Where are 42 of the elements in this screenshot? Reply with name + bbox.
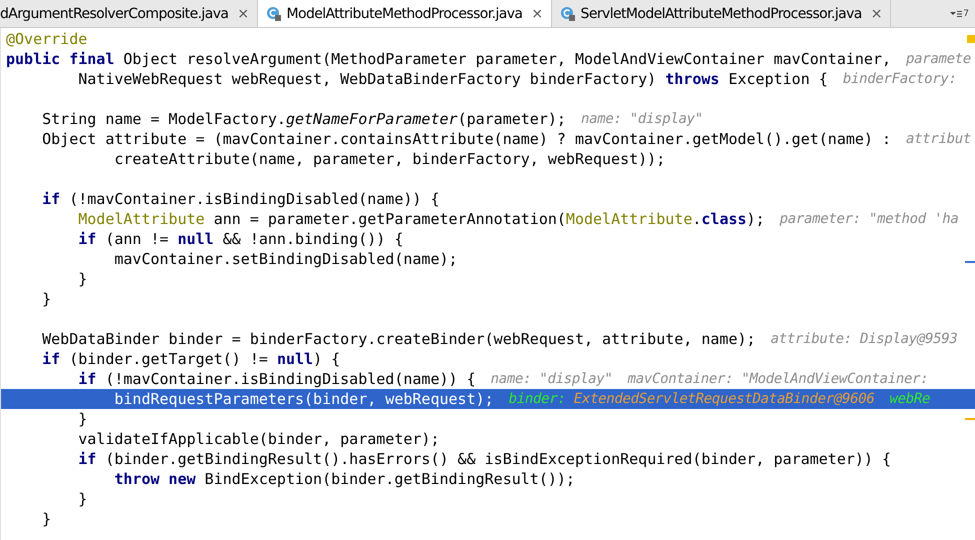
code-text: WebDataBinder binder = binderFactory.createBinder(webRequest, attribute, name); xyxy=(41,330,756,348)
code-text: NativeWebRequest webRequest, WebDataBinderFactory binderFactory) throws Exception { xyxy=(77,70,828,88)
editor-tab[interactable]: ModelAttributeMethodProcessor.java × xyxy=(258,0,552,27)
code-text: } xyxy=(41,290,52,308)
tab-list-button[interactable]: 7 xyxy=(944,0,975,27)
dropdown-list-icon xyxy=(950,10,962,18)
debug-value-hint: webRe xyxy=(889,391,930,407)
code-text: Object attribute = (mavContainer.containsAttribute(name) ? mavContainer.getModel().get(name) : xyxy=(41,130,892,148)
code-text: mavContainer.setBindingDisabled(name); xyxy=(113,250,458,268)
debug-value-hint: attribute: Display@9593 xyxy=(770,331,958,347)
debug-value-hint: binderFactory: xyxy=(842,71,957,87)
close-button[interactable]: × xyxy=(531,6,543,22)
code-text: throw new BindException(binder.getBindingResult()); xyxy=(113,470,575,488)
code-text: } xyxy=(77,270,88,288)
code-text: if (binder.getBindingResult().hasErrors() && isBindExceptionRequired(binder, parameter)) { xyxy=(77,450,892,468)
code-text: createAttribute(name, parameter, binderFactory, webRequest)); xyxy=(113,150,666,168)
close-button[interactable]: × xyxy=(870,6,882,22)
code-text: if (binder.getTarget() != null) { xyxy=(41,350,340,368)
debug-value-hint: name: "display" xyxy=(490,371,613,387)
code-text: bindRequestParameters(binder, webRequest); xyxy=(113,390,494,408)
scroll-marker[interactable] xyxy=(965,418,975,420)
code-text: String name = ModelFactory.getNameForParameter(parameter); xyxy=(41,110,566,128)
debug-value-hint: attribut xyxy=(906,131,972,147)
code-text: public final Object resolveArgument(MethodParameter parameter, ModelAndViewContainer mavContainer, xyxy=(6,50,892,68)
code-text: } xyxy=(41,510,52,528)
debug-value-hint: binder: ExtendedServletRequestDataBinder@9606 xyxy=(508,391,874,407)
scroll-marker[interactable] xyxy=(965,261,975,263)
debug-value-hint: paramete xyxy=(906,51,972,67)
debug-value-hint: mavContainer: "ModelAndViewContainer: xyxy=(628,371,928,387)
editor-tab[interactable]: ServletModelAttributeMethodProcessor.java × xyxy=(552,0,891,27)
debug-value-hint: parameter: "method 'ha xyxy=(780,211,958,227)
code-text: } xyxy=(77,490,88,508)
code-text: ModelAttribute ann = parameter.getParameterAnnotation(ModelAttribute.class); xyxy=(77,210,765,228)
code-text: if (!mavContainer.isBindingDisabled(name)) { xyxy=(41,190,440,208)
code-text: } xyxy=(77,410,88,428)
debug-value-hint: name: "display" xyxy=(580,111,703,127)
code-text: if (!mavContainer.isBindingDisabled(name)) { xyxy=(77,370,476,388)
code-text: if (ann != null && !ann.binding()) { xyxy=(77,230,404,248)
warning-marker[interactable] xyxy=(967,35,975,43)
code-text: validateIfApplicable(binder, parameter); xyxy=(77,430,440,448)
close-button[interactable]: × xyxy=(237,6,249,22)
code-text: @Override xyxy=(6,30,88,48)
